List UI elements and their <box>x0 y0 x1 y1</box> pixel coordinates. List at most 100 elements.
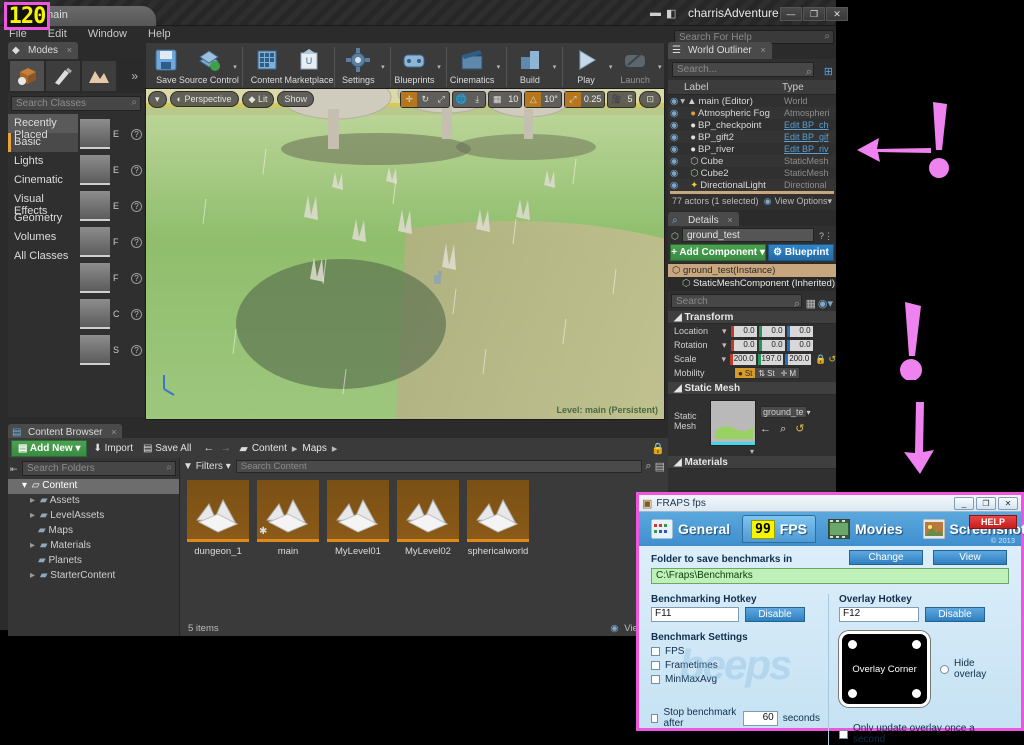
table-row[interactable]: ◉ ⬡ Cube StaticMesh <box>668 155 836 167</box>
only-update-row[interactable]: Only update overlay once a second <box>839 723 1009 745</box>
chevron-down-icon[interactable]: ▾ <box>656 43 664 91</box>
column-type[interactable]: Type <box>782 82 836 94</box>
level-viewport[interactable]: ▾ ◐ Perspective ◆ Lit Show ✛ ↻ ⤢ 🌐 ⤓ <box>145 88 665 420</box>
category-lights[interactable]: Lights <box>8 152 78 171</box>
checkbox-fps[interactable] <box>651 647 660 656</box>
fraps-minimize-button[interactable]: _ <box>954 497 974 510</box>
content-search-input[interactable]: Search Content <box>236 460 643 473</box>
expand-arrow-icon[interactable]: ▸ <box>30 510 35 521</box>
chevron-down-icon[interactable]: ▾ <box>231 43 239 91</box>
outliner-search-input[interactable]: Search... <box>672 62 814 77</box>
lock-ratio-icon[interactable]: 🔒 <box>815 354 826 365</box>
tree-item-startercontent[interactable]: ▸ ▰ StarterContent <box>8 569 179 584</box>
static-mesh-thumbnail[interactable] <box>710 400 756 446</box>
feedback-icon[interactable]: ▬ <box>650 7 661 19</box>
add-actor-icon[interactable]: ⊞ <box>824 65 833 78</box>
corner-bottom-right-dot[interactable] <box>912 689 921 698</box>
scale-x-input[interactable]: 200.0 <box>730 354 756 365</box>
benchmarking-disable-button[interactable]: Disable <box>745 607 805 622</box>
outliner-panel-tab[interactable]: ☰ World Outliner × <box>668 42 772 59</box>
help-icon[interactable]: ? <box>131 273 142 284</box>
back-icon[interactable]: ← <box>203 442 214 454</box>
lock-icon[interactable]: 🔒 <box>651 442 665 455</box>
blueprint-edit-button[interactable]: ⚙ Blueprint <box>768 244 834 261</box>
import-button[interactable]: ⬇ Import <box>93 443 133 454</box>
static-mesh-asset-name[interactable]: ground_te <box>760 406 807 418</box>
chevron-down-icon[interactable]: ▾ <box>807 408 811 417</box>
list-item[interactable]: S ? <box>80 333 142 367</box>
stop-benchmark-row[interactable]: Stop benchmark after 60 seconds <box>651 707 820 729</box>
corner-bottom-left-dot[interactable] <box>848 689 857 698</box>
surface-snap-icon[interactable]: ⤓ <box>469 92 485 107</box>
toolbar-cinematics-button[interactable]: Cinematics <box>450 43 494 91</box>
expand-more-icon[interactable]: ▾ <box>668 447 836 456</box>
close-icon[interactable]: × <box>67 45 72 55</box>
reset-icon[interactable]: ↺ <box>795 423 804 435</box>
world-space-icon[interactable]: 🌐 <box>453 92 469 107</box>
toolbar-source-control-button[interactable]: Source Control <box>187 43 231 91</box>
eye-icon[interactable]: ◉▾ <box>818 297 833 310</box>
view-mode-button[interactable]: ◆ Lit <box>242 91 275 108</box>
component-row-root[interactable]: ⬡ ground_test(Instance) <box>668 264 836 277</box>
more-modes-icon[interactable]: » <box>118 61 142 91</box>
mobility-stationary-button[interactable]: ⇅St <box>755 368 777 378</box>
toolbar-play-button[interactable]: Play <box>566 43 607 91</box>
view-options-button[interactable]: View Options <box>775 196 828 206</box>
overlay-hotkey-input[interactable]: F12 <box>839 607 919 622</box>
menu-icon[interactable]: ⋮ <box>824 231 833 242</box>
menu-help[interactable]: Help <box>139 26 180 42</box>
close-icon[interactable]: × <box>727 215 732 225</box>
place-mode-icon[interactable] <box>10 61 44 91</box>
visibility-icon[interactable]: ◉ <box>670 120 678 131</box>
camera-speed-value[interactable]: 5 <box>624 94 635 104</box>
toolbar-build-button[interactable]: Build <box>509 43 550 91</box>
location-z-input[interactable]: 0.0 cm <box>787 326 813 337</box>
breadcrumb-maps[interactable]: Maps <box>302 443 326 454</box>
asset-tile[interactable]: MyLevel02 <box>394 480 462 557</box>
tab-general[interactable]: General <box>643 515 738 543</box>
close-button[interactable]: ✕ <box>826 7 848 21</box>
visibility-icon[interactable]: ◉ <box>670 156 678 167</box>
chevron-down-icon[interactable]: ▾ <box>379 43 387 91</box>
checkbox-minmaxavg[interactable] <box>651 675 660 684</box>
checkbox-stop-benchmark[interactable] <box>651 714 658 723</box>
list-item[interactable]: F ? <box>80 225 142 259</box>
rotation-x-input[interactable]: 0.0 <box>731 340 757 351</box>
scale-z-input[interactable]: 200.0 <box>785 354 811 365</box>
column-label[interactable]: Label <box>680 82 782 94</box>
change-folder-button[interactable]: Change <box>849 550 923 565</box>
translate-gizmo-icon[interactable]: ✛ <box>401 92 417 107</box>
tree-item-content[interactable]: ▾ ▱ Content <box>8 479 179 494</box>
help-icon[interactable]: ? <box>131 129 142 140</box>
breadcrumb-content[interactable]: Content <box>252 443 287 454</box>
stop-benchmark-seconds-input[interactable]: 60 <box>743 711 778 726</box>
toolbar-blueprints-button[interactable]: Blueprints <box>394 43 435 91</box>
checkbox-frametimes[interactable] <box>651 661 660 670</box>
chevron-down-icon[interactable]: ▾ <box>550 43 558 91</box>
asset-tile[interactable]: ✱ main <box>254 480 322 557</box>
details-search-input[interactable]: Search <box>671 294 802 308</box>
show-menu-button[interactable]: Show <box>277 91 314 107</box>
table-row[interactable]: ◉ ● BP_checkpoint Edit BP_ch <box>668 119 836 131</box>
close-icon[interactable]: × <box>111 427 116 437</box>
toolbar-settings-button[interactable]: Settings <box>338 43 379 91</box>
angle-snap-value[interactable]: 10° <box>541 94 561 104</box>
mobility-movable-button[interactable]: ✛M <box>778 368 799 378</box>
list-item[interactable]: F ? <box>80 261 142 295</box>
category-cinematic[interactable]: Cinematic <box>8 171 78 190</box>
toolbar-marketplace-button[interactable]: U Marketplace <box>287 43 331 91</box>
chevron-down-icon[interactable]: ▾ <box>435 43 443 91</box>
overlay-disable-button[interactable]: Disable <box>925 607 985 622</box>
collapse-tree-icon[interactable]: ⇤ <box>10 464 18 475</box>
save-all-button[interactable]: ▤ Save All <box>143 443 191 454</box>
chevron-down-icon[interactable]: ▾ <box>722 326 727 337</box>
list-item[interactable]: E ? <box>80 153 142 187</box>
menu-window[interactable]: Window <box>79 26 136 42</box>
scale-snap-value[interactable]: 0.25 <box>581 94 605 104</box>
rotation-y-input[interactable]: 0.0 <box>759 340 785 351</box>
table-row[interactable]: ◉ ● Atmospheric Fog Atmospheri <box>668 107 836 119</box>
filters-button[interactable]: ▼ Filters ▾ <box>183 461 231 472</box>
help-button[interactable]: HELP <box>969 515 1017 529</box>
chevron-down-icon[interactable]: ▾ <box>721 354 726 365</box>
grid-snap-value[interactable]: 10 <box>505 94 521 104</box>
